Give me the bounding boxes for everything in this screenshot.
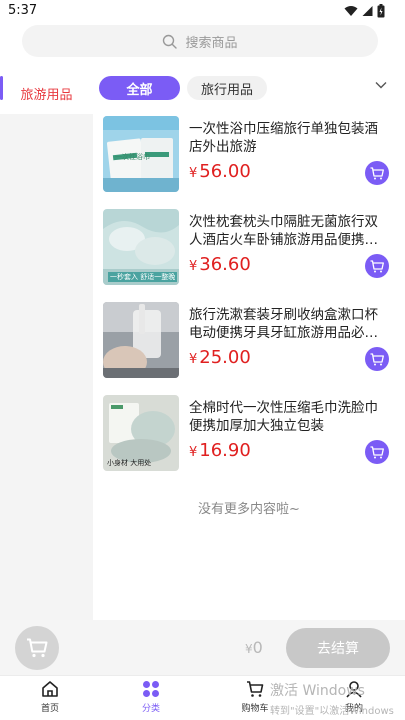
subcategory-tabs: 全部 旅行用品 (93, 72, 405, 108)
wifi-icon (344, 6, 358, 16)
sidebar-item-travel-goods[interactable]: 旅游用品 (0, 72, 93, 114)
status-time: 5:37 (8, 3, 38, 18)
cart-icon (247, 681, 264, 697)
nav-label: 首页 (40, 704, 59, 714)
nav-label: 购物车 (241, 704, 269, 714)
product-name: 旅行洗漱套装牙刷收纳盒漱口杯电动便携牙具牙缸旅游用品必… (189, 307, 378, 341)
bottom-nav: 首页 分类 购物车 我的 (0, 675, 405, 720)
active-indicator (0, 76, 3, 100)
product-item[interactable]: 全棉时代一次性压缩毛巾洗脸巾便携加厚加大独立包装 ¥16.90 (103, 395, 393, 477)
sidebar-item-label: 旅游用品 (20, 87, 73, 103)
category-icon (143, 681, 159, 697)
nav-category[interactable]: 分类 (121, 680, 181, 714)
nav-cart[interactable]: 购物车 (225, 680, 285, 714)
product-price: ¥56.00 (189, 161, 251, 182)
product-name: 全棉时代一次性压缩毛巾洗脸巾便携加厚加大独立包装 (189, 400, 378, 434)
search-placeholder: 搜索商品 (185, 35, 238, 51)
nav-label: 我的 (344, 704, 363, 714)
search-bar[interactable]: 搜索商品 (22, 25, 378, 57)
cart-total: ¥0 (245, 638, 263, 657)
product-image[interactable] (103, 209, 179, 285)
checkout-bar: ¥0 去结算 (0, 620, 405, 675)
product-item[interactable]: 旅行洗漱套装牙刷收纳盒漱口杯电动便携牙具牙缸旅游用品必… ¥25.00 (103, 302, 393, 384)
status-bar: 5:37 (0, 0, 405, 22)
nav-label: 分类 (141, 704, 160, 714)
end-of-list-text: 没有更多内容啦~ (198, 502, 300, 517)
add-to-cart-button[interactable] (365, 161, 389, 185)
category-sidebar: 旅游用品 (0, 72, 93, 620)
product-name: 一次性浴巾压缩旅行单独包装酒店外出旅游 (189, 121, 378, 155)
product-price: ¥36.60 (189, 254, 251, 275)
tab-travel-goods[interactable]: 旅行用品 (187, 76, 267, 100)
product-image[interactable] (103, 116, 179, 192)
product-price: ¥25.00 (189, 347, 251, 368)
home-icon (42, 681, 58, 697)
search-icon (163, 34, 178, 49)
nav-profile[interactable]: 我的 (324, 680, 384, 714)
add-to-cart-button[interactable] (365, 347, 389, 371)
nav-home[interactable]: 首页 (20, 680, 80, 714)
product-price: ¥16.90 (189, 440, 251, 461)
cart-icon (370, 352, 384, 365)
chevron-down-icon[interactable] (375, 81, 387, 89)
tab-all[interactable]: 全部 (99, 76, 180, 100)
user-icon (346, 681, 362, 698)
checkout-button[interactable]: 去结算 (286, 628, 390, 668)
cart-icon (370, 166, 384, 179)
product-image[interactable] (103, 395, 179, 471)
product-name: 次性枕套枕头巾隔脏无菌旅行双人酒店火车卧铺旅游用品便携… (189, 214, 378, 248)
battery-icon (377, 4, 385, 18)
product-item[interactable]: 一次性浴巾压缩旅行单独包装酒店外出旅游 ¥56.00 (103, 116, 393, 198)
add-to-cart-button[interactable] (365, 440, 389, 464)
add-to-cart-button[interactable] (365, 254, 389, 278)
cart-icon (370, 259, 384, 272)
product-image[interactable] (103, 302, 179, 378)
cart-icon (370, 445, 384, 458)
cart-summary-button[interactable] (15, 626, 59, 670)
cart-icon (27, 638, 48, 658)
status-icons (344, 4, 385, 18)
signal-icon (362, 6, 373, 16)
product-item[interactable]: 次性枕套枕头巾隔脏无菌旅行双人酒店火车卧铺旅游用品便携… ¥36.60 (103, 209, 393, 291)
